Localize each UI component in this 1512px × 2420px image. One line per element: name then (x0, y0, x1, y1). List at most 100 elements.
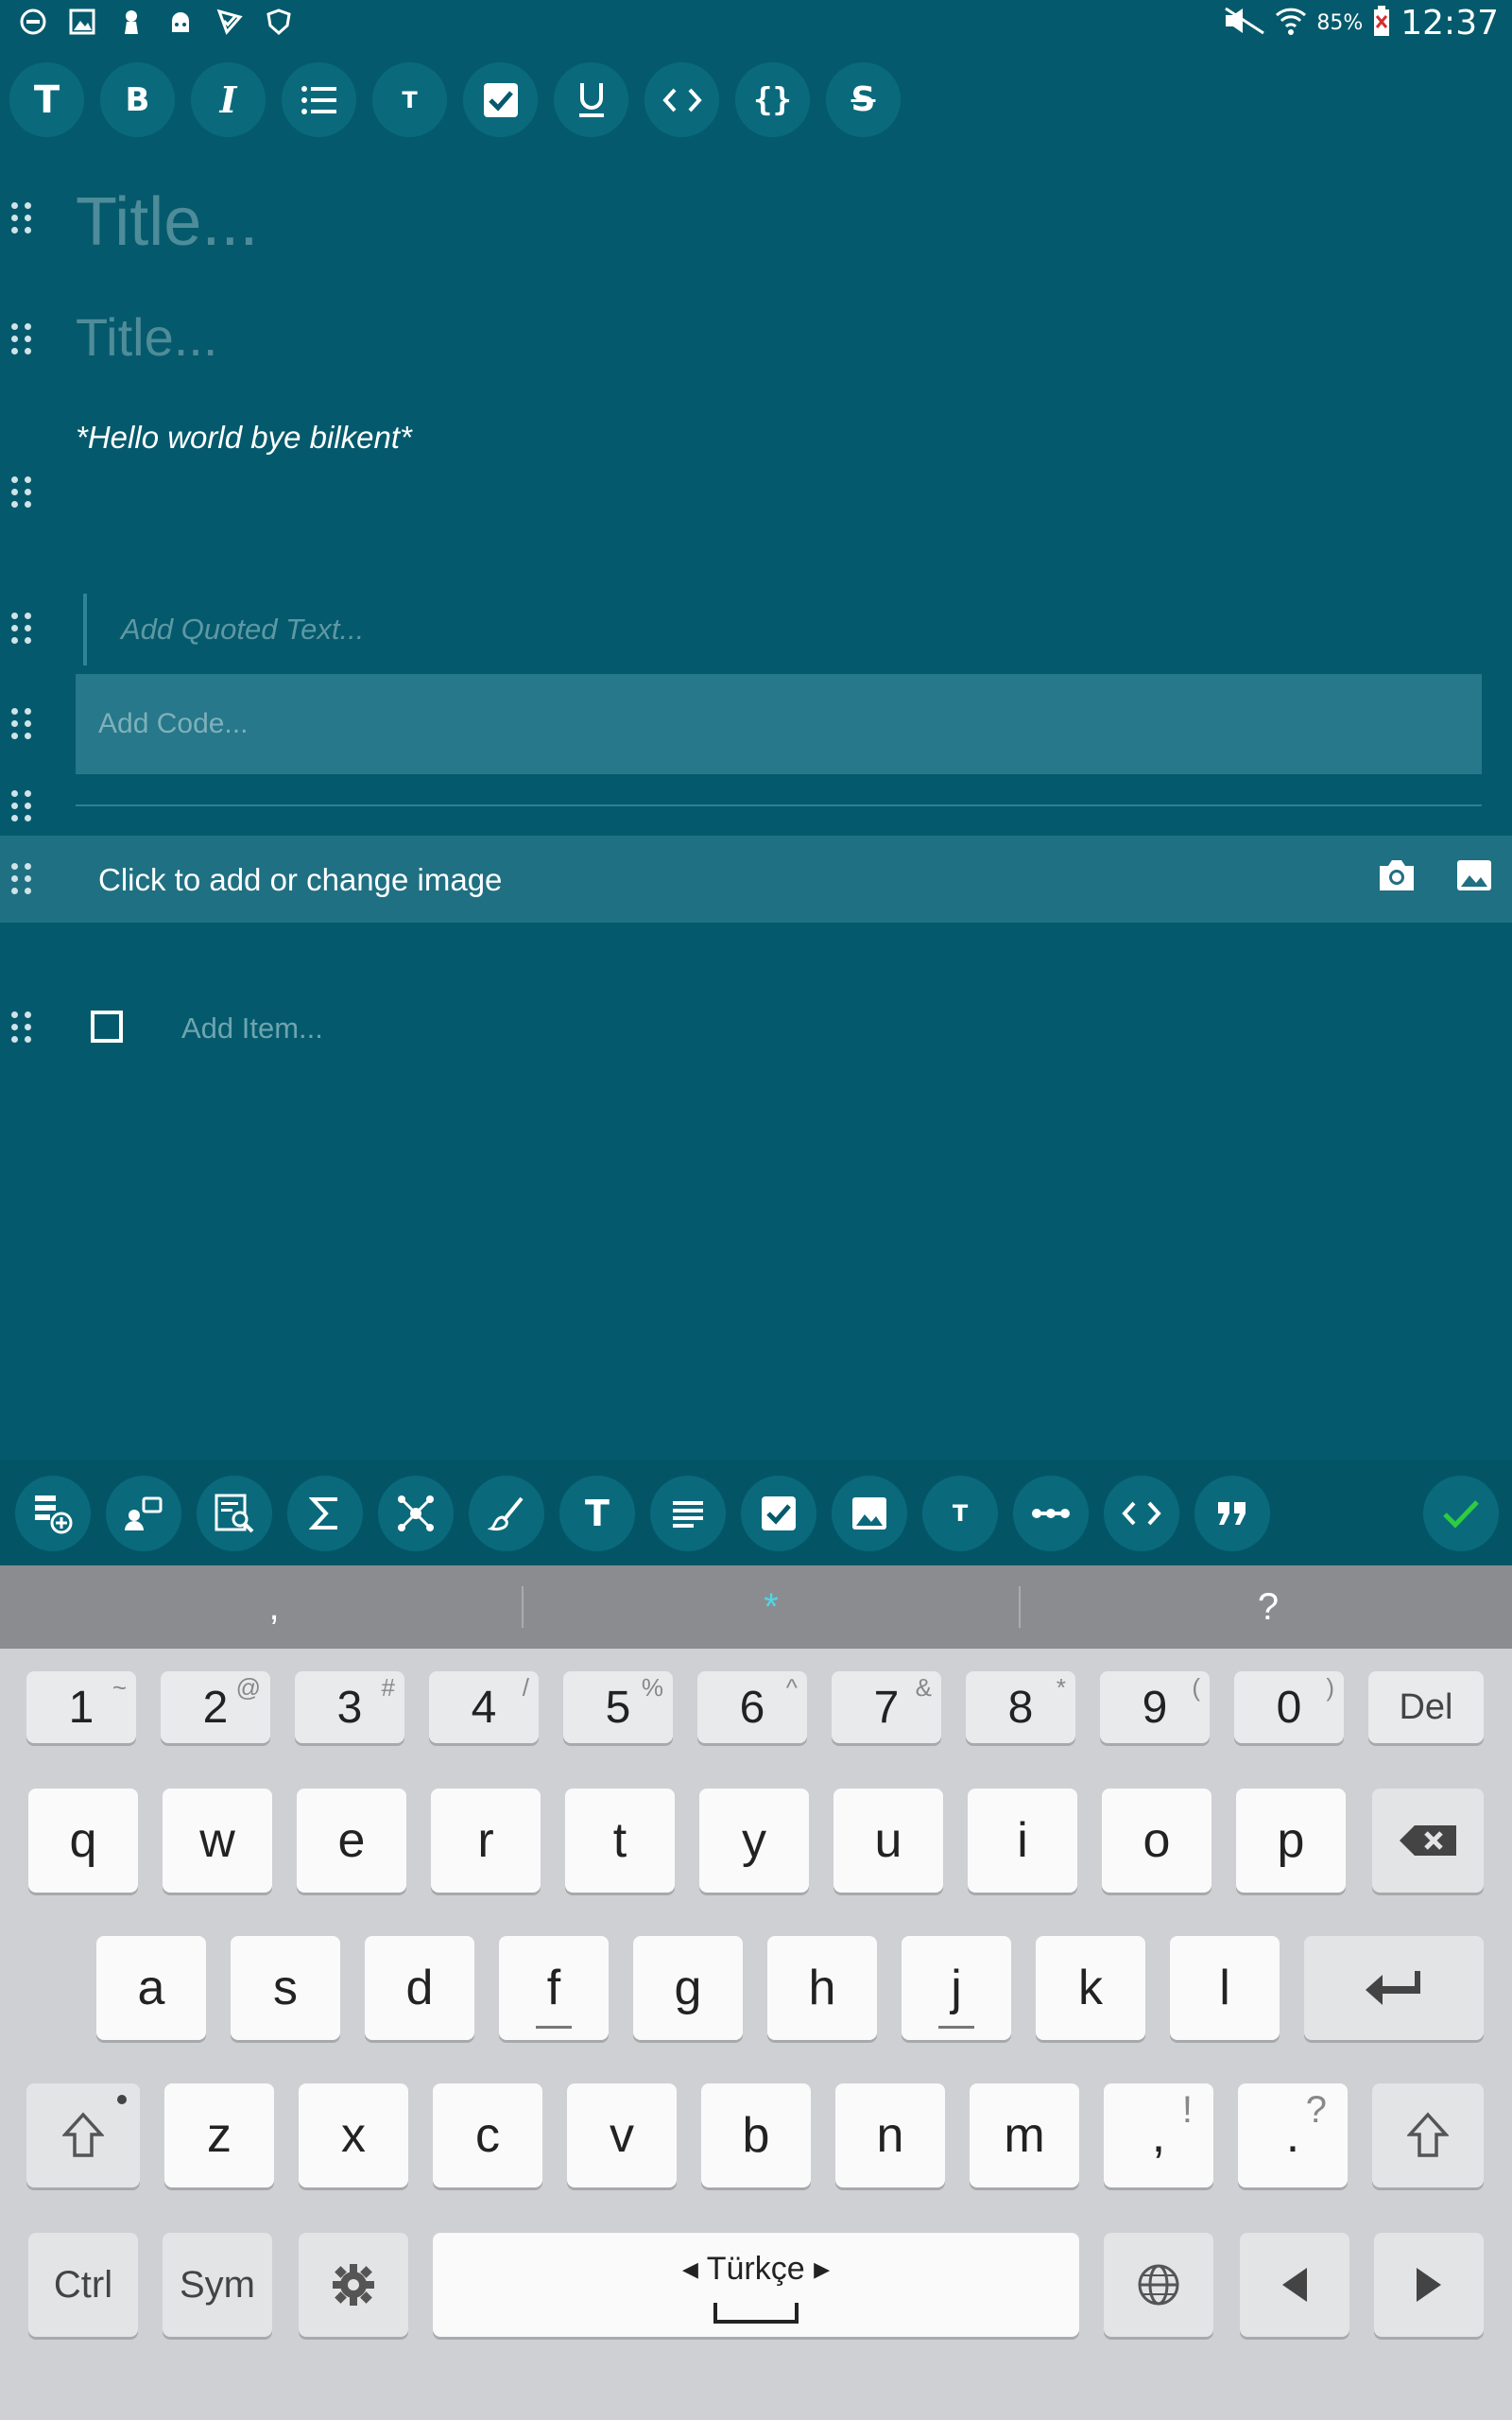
sym-key[interactable]: Sym (163, 2233, 272, 2337)
comma-key[interactable]: ,! (1104, 2083, 1213, 2187)
add-note-button[interactable] (15, 1476, 91, 1551)
number-key[interactable]: 3 # (295, 1671, 404, 1743)
camera-icon[interactable] (1376, 856, 1418, 898)
empty-text-block[interactable] (0, 473, 1512, 529)
done-button[interactable] (1423, 1476, 1499, 1551)
drag-handle-icon[interactable] (11, 613, 32, 645)
divider-button[interactable] (1013, 1476, 1089, 1551)
number-key[interactable]: 7 & (832, 1671, 941, 1743)
suggestion-item[interactable]: * (525, 1586, 1017, 1629)
draw-button[interactable] (469, 1476, 544, 1551)
drag-handle-icon[interactable] (11, 790, 32, 822)
shift-key-left[interactable] (26, 2083, 140, 2187)
strikethrough-button[interactable]: S (826, 62, 901, 137)
heading-medium-block[interactable]: Title... (0, 299, 1512, 374)
graph-button[interactable] (378, 1476, 454, 1551)
letter-key-n[interactable]: n (835, 2083, 945, 2187)
letter-key-s[interactable]: s (231, 1936, 340, 2040)
space-key[interactable]: ◂ Türkçe ▸ (433, 2233, 1079, 2337)
title-large-placeholder[interactable]: Title... (76, 183, 258, 261)
code-block[interactable]: Add Code... (76, 674, 1482, 774)
letter-key-o[interactable]: o (1102, 1789, 1211, 1893)
suggestion-item[interactable]: ? (1022, 1586, 1512, 1629)
number-key[interactable]: 1 ~ (26, 1671, 136, 1743)
enter-key[interactable] (1304, 1936, 1484, 2040)
suggestion-item[interactable]: , (28, 1586, 520, 1629)
number-key[interactable]: 2 @ (161, 1671, 270, 1743)
ctrl-key[interactable]: Ctrl (28, 2233, 138, 2337)
letter-key-w[interactable]: w (163, 1789, 272, 1893)
drag-handle-icon[interactable] (11, 1011, 32, 1044)
number-key[interactable]: 0) (1234, 1671, 1344, 1743)
search-note-button[interactable] (197, 1476, 272, 1551)
settings-key[interactable] (299, 2233, 408, 2337)
letter-key-h[interactable]: h (767, 1936, 877, 2040)
number-key[interactable]: 9( (1100, 1671, 1210, 1743)
image-block[interactable]: Click to add or change image (0, 836, 1512, 923)
drag-handle-icon[interactable] (11, 202, 32, 234)
image-row-label[interactable]: Click to add or change image (98, 862, 502, 898)
bullet-list-button[interactable] (282, 62, 356, 137)
checklist-button[interactable] (741, 1476, 816, 1551)
letter-key-v[interactable]: v (567, 2083, 677, 2187)
number-key[interactable]: 4/ (429, 1671, 539, 1743)
letter-key-q[interactable]: q (28, 1789, 138, 1893)
del-key[interactable]: Del (1368, 1671, 1484, 1743)
letter-key-e[interactable]: e (297, 1789, 406, 1893)
letter-key-r[interactable]: r (431, 1789, 541, 1893)
letter-key-z[interactable]: z (164, 2083, 274, 2187)
heading-small-button[interactable]: T (372, 62, 447, 137)
letter-key-d[interactable]: d (365, 1936, 474, 2040)
heading-large-block[interactable]: Title... (0, 176, 1512, 261)
letter-key-b[interactable]: b (701, 2083, 811, 2187)
backspace-key[interactable] (1372, 1789, 1484, 1893)
checklist-checkbox[interactable] (91, 1011, 123, 1043)
code-block-button[interactable]: {} (735, 62, 810, 137)
quote-button[interactable] (1194, 1476, 1270, 1551)
letter-key-m[interactable]: m (970, 2083, 1079, 2187)
divider-block[interactable] (0, 785, 1512, 826)
text-block-button[interactable]: T (922, 1476, 998, 1551)
quote-block[interactable]: Add Quoted Text... (0, 594, 1512, 666)
number-key[interactable]: 5% (563, 1671, 673, 1743)
heading-large-button[interactable]: T (9, 62, 84, 137)
letter-key-f[interactable]: f (499, 1936, 609, 2040)
language-key[interactable] (1104, 2233, 1213, 2337)
letter-key-p[interactable]: p (1236, 1789, 1346, 1893)
paragraph-button[interactable] (650, 1476, 726, 1551)
drag-handle-icon[interactable] (11, 863, 32, 895)
letter-key-x[interactable]: x (299, 2083, 408, 2187)
cursor-right-key[interactable] (1374, 2233, 1484, 2337)
cursor-left-key[interactable] (1240, 2233, 1349, 2337)
checkbox-button[interactable] (463, 62, 538, 137)
drag-handle-icon[interactable] (11, 708, 32, 740)
letter-key-j[interactable]: j (902, 1936, 1011, 2040)
formula-button[interactable] (287, 1476, 363, 1551)
letter-key-i[interactable]: i (968, 1789, 1077, 1893)
gallery-icon[interactable] (1455, 856, 1493, 898)
italic-button[interactable]: I (191, 62, 266, 137)
drag-handle-icon[interactable] (11, 476, 32, 509)
code-block-insert-button[interactable] (1104, 1476, 1179, 1551)
letter-key-g[interactable]: g (633, 1936, 743, 2040)
letter-key-l[interactable]: l (1170, 1936, 1280, 2040)
code-inline-button[interactable] (644, 62, 719, 137)
quote-placeholder[interactable]: Add Quoted Text... (121, 613, 364, 647)
checklist-item-placeholder[interactable]: Add Item... (181, 1011, 323, 1046)
letter-key-y[interactable]: y (699, 1789, 809, 1893)
number-key[interactable]: 6 ^ (697, 1671, 807, 1743)
underline-button[interactable] (554, 62, 628, 137)
letter-key-c[interactable]: c (433, 2083, 542, 2187)
shift-key-right[interactable] (1372, 2083, 1484, 2187)
title-medium-placeholder[interactable]: Title... (76, 306, 217, 368)
letter-key-t[interactable]: t (565, 1789, 675, 1893)
period-key[interactable]: .? (1238, 2083, 1348, 2187)
bold-button[interactable]: B (100, 62, 175, 137)
letter-key-a[interactable]: a (96, 1936, 206, 2040)
assign-button[interactable] (106, 1476, 181, 1551)
letter-key-k[interactable]: k (1036, 1936, 1145, 2040)
italic-text-block[interactable]: *Hello world bye bilkent* (0, 416, 1512, 473)
number-key[interactable]: 8 * (966, 1671, 1075, 1743)
letter-key-u[interactable]: u (833, 1789, 943, 1893)
italic-text[interactable]: *Hello world bye bilkent* (76, 420, 412, 456)
